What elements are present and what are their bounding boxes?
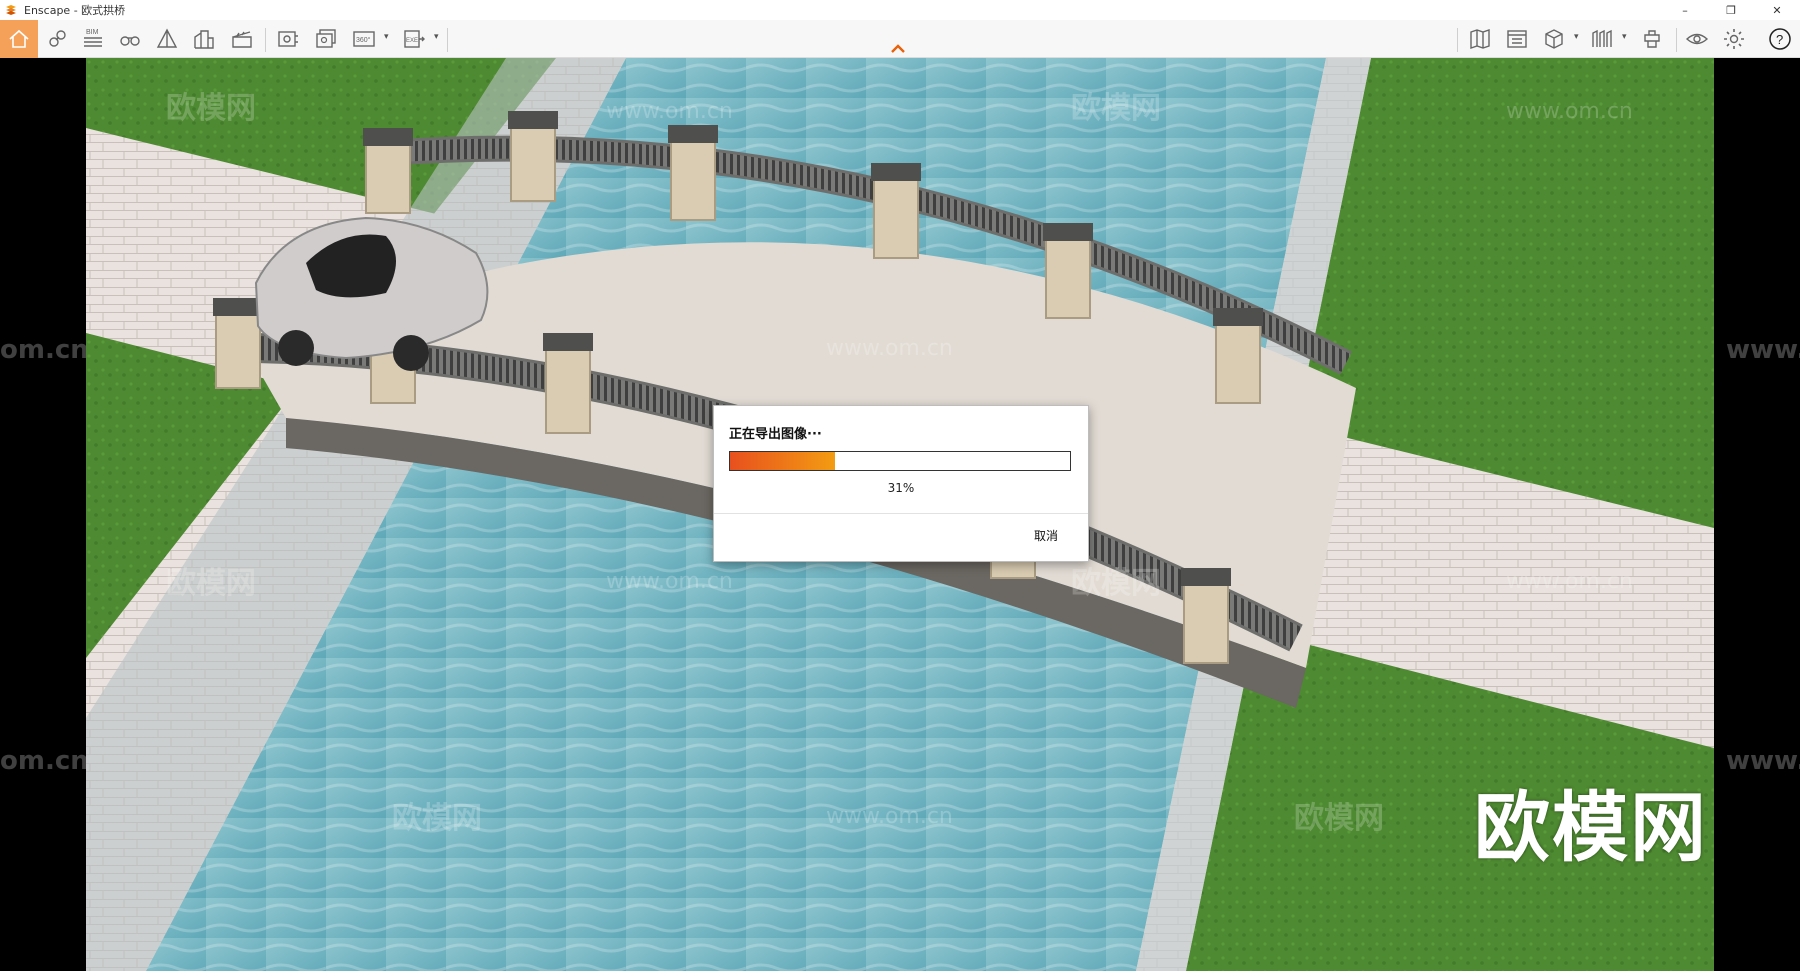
watermark-url: www.om.cn [826, 804, 953, 829]
toolbar-separator [1457, 28, 1458, 52]
settings-button[interactable] [1718, 23, 1750, 55]
watermark-url: www.om.cn [1506, 99, 1633, 124]
box-dropdown-icon[interactable]: ▾ [1574, 32, 1579, 42]
side-watermark-right: www. [1726, 746, 1800, 776]
enscape-logo-icon [4, 3, 18, 17]
building-icon [194, 30, 214, 49]
asset-library-icon [1507, 30, 1527, 48]
restore-button[interactable]: ❐ [1708, 0, 1754, 20]
toolbar-separator [1676, 28, 1677, 52]
toolbar: BIM 360° ▾ EXE ▾ ▾ ▾ ? [0, 20, 1800, 58]
video-editor-button[interactable] [226, 23, 258, 55]
view-button[interactable] [1681, 23, 1713, 55]
batch-render-button[interactable] [310, 23, 342, 55]
side-watermark-left: om.cn [0, 746, 89, 776]
toolbar-separator [265, 28, 266, 52]
asset-library-button[interactable] [1501, 23, 1533, 55]
box-button[interactable] [1538, 23, 1570, 55]
panorama-dropdown-icon[interactable]: ▾ [384, 32, 389, 42]
bim-label: BIM [86, 29, 99, 36]
watermark-url: www.om.cn [606, 99, 733, 124]
watermark-text: 欧模网 [166, 566, 256, 601]
side-watermark-right: www. [1726, 335, 1800, 365]
side-watermark-left: om.cn [0, 335, 89, 365]
progress-percentage: 31% [887, 481, 915, 495]
export-progress-dialog: 正在导出图像··· 31% 取消 [713, 405, 1089, 562]
clapper-icon [232, 31, 252, 48]
export-dropdown-icon[interactable]: ▾ [434, 32, 439, 42]
help-button[interactable]: ? [1764, 23, 1796, 55]
home-button[interactable] [0, 20, 38, 58]
archive-dropdown-icon[interactable]: ▾ [1622, 32, 1627, 42]
view-icon [1685, 33, 1709, 45]
perspective-icon [156, 28, 178, 48]
batch-render-icon [316, 29, 336, 48]
watermark-text: 欧模网 [1071, 566, 1161, 601]
watermark-text: 欧模网 [166, 91, 256, 126]
export-label: EXE [406, 38, 418, 44]
home-icon [9, 29, 29, 48]
box-icon [1545, 29, 1563, 49]
title-bar: Enscape - 欧式拱桥 – ❐ ✕ [0, 0, 1800, 20]
help-label: ? [1776, 32, 1783, 47]
export-button[interactable]: EXE [398, 23, 430, 55]
binoculars-button[interactable] [114, 23, 146, 55]
archive-button[interactable] [1586, 23, 1618, 55]
progress-bar [729, 451, 1071, 471]
export-icon: EXE [404, 30, 425, 48]
close-button[interactable]: ✕ [1754, 0, 1800, 20]
watermark-text: 欧模网 [1294, 801, 1384, 836]
window-controls: – ❐ ✕ [1662, 0, 1800, 20]
watermark-text: 欧模网 [1071, 91, 1161, 126]
minimize-button[interactable]: – [1662, 0, 1708, 20]
archive-icon [1592, 29, 1612, 47]
panorama-label: 360° [356, 36, 371, 44]
dialog-title: 正在导出图像··· [729, 427, 822, 442]
help-icon: ? [1769, 28, 1791, 50]
dialog-divider [714, 513, 1088, 514]
location-button[interactable] [41, 23, 73, 55]
brand-watermark: 欧模网 [1474, 783, 1708, 872]
collapse-toolbar-icon[interactable] [886, 41, 910, 55]
panorama-button[interactable]: 360° [348, 23, 380, 55]
watermark-url: www.om.cn [826, 336, 953, 361]
map-button[interactable] [1464, 23, 1496, 55]
watermark-url: www.om.cn [606, 569, 733, 594]
location-icon [49, 30, 66, 47]
bim-button[interactable]: BIM [77, 23, 109, 55]
building-button[interactable] [188, 23, 220, 55]
screenshot-icon [278, 31, 298, 47]
watermark-text: 欧模网 [392, 801, 482, 836]
material-icon [1644, 30, 1660, 48]
cancel-button[interactable]: 取消 [1034, 527, 1058, 544]
toolbar-separator [447, 28, 448, 52]
panorama-icon: 360° [353, 31, 375, 47]
settings-icon [1724, 29, 1744, 49]
progress-bar-fill [730, 452, 836, 470]
material-button[interactable] [1636, 23, 1668, 55]
map-icon [1470, 29, 1490, 49]
window-title: Enscape - 欧式拱桥 [24, 4, 126, 17]
binoculars-icon [120, 36, 140, 46]
watermark-url: www.om.cn [1506, 569, 1633, 594]
screenshot-button[interactable] [272, 23, 304, 55]
bim-icon: BIM [84, 29, 102, 47]
perspective-button[interactable] [151, 23, 183, 55]
